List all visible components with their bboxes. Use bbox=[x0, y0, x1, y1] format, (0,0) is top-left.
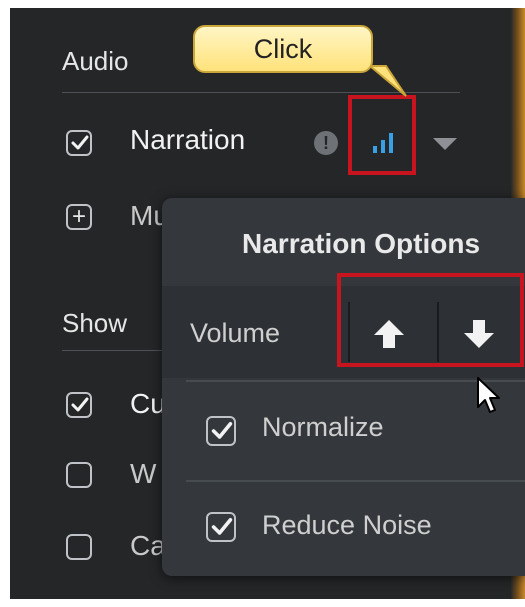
cursor-arrow-icon bbox=[477, 377, 500, 413]
narration-checkbox[interactable] bbox=[66, 130, 92, 156]
highlight-frame-volume-buttons bbox=[337, 273, 524, 367]
checkmark-icon bbox=[211, 518, 233, 535]
normalize-checkbox[interactable] bbox=[206, 416, 236, 446]
show-divider bbox=[62, 350, 162, 351]
narration-label: Narration bbox=[130, 124, 246, 155]
reduce-noise-checkbox[interactable] bbox=[206, 512, 236, 542]
show-checkbox-2[interactable] bbox=[66, 462, 92, 488]
normalize-label: Normalize bbox=[262, 412, 384, 442]
show-item-label-3: Ca bbox=[130, 530, 166, 561]
popup-divider-2 bbox=[186, 480, 525, 482]
reduce-noise-label: Reduce Noise bbox=[262, 510, 432, 540]
highlight-frame-volume-icon bbox=[348, 95, 416, 175]
checkmark-icon bbox=[71, 397, 89, 412]
narration-options-popup: Narration Options Volume Normalize Reduc… bbox=[162, 198, 525, 576]
show-item-label-2: W bbox=[130, 458, 157, 489]
click-callout: Click bbox=[193, 25, 373, 73]
chevron-down-icon bbox=[433, 138, 457, 150]
checkmark-icon bbox=[211, 422, 233, 439]
popup-divider-1 bbox=[186, 380, 525, 382]
volume-label: Volume bbox=[190, 318, 281, 348]
show-checkbox-3[interactable] bbox=[66, 534, 92, 560]
narration-menu-button[interactable] bbox=[430, 136, 460, 152]
show-checkbox-1[interactable] bbox=[66, 392, 92, 418]
show-item-label-1: Cu bbox=[130, 388, 166, 419]
plus-icon: + bbox=[71, 203, 86, 230]
add-music-button[interactable]: + bbox=[66, 204, 92, 230]
info-icon: ! bbox=[314, 131, 338, 155]
mouse-cursor bbox=[476, 376, 502, 416]
checkmark-icon bbox=[71, 135, 89, 150]
audio-section-title: Audio bbox=[62, 46, 129, 76]
show-section-title: Show bbox=[62, 308, 128, 338]
popup-title: Narration Options bbox=[242, 228, 481, 259]
